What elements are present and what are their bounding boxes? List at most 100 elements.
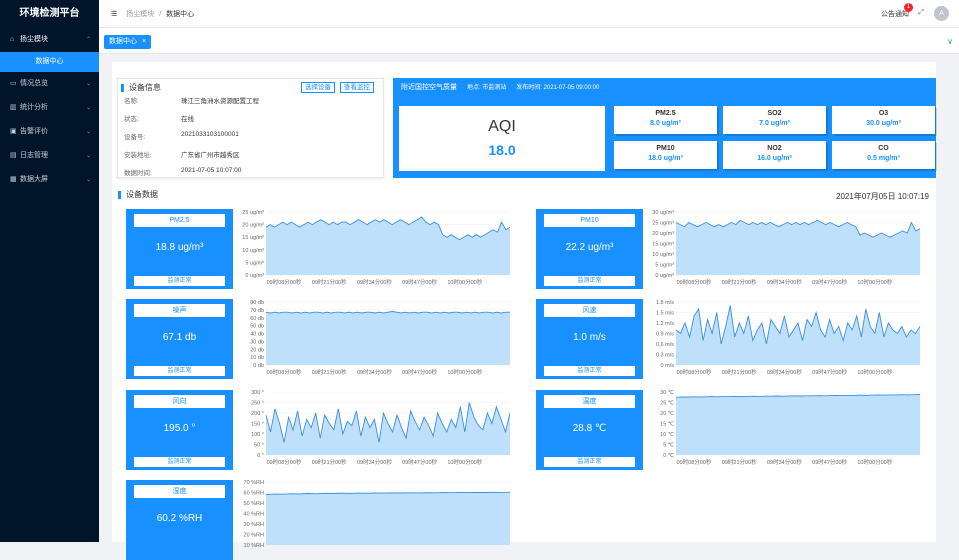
sidebar-item-label: 扬尘模块 xyxy=(20,36,48,43)
sidebar-item-3[interactable]: ▣ 告警评价 ⌄ xyxy=(0,120,99,144)
air-quality-title: 附近国控空气质量 xyxy=(401,84,457,91)
sensor-label: 温度 xyxy=(544,395,635,408)
x-tick-label: 09时21分00秒 xyxy=(722,368,757,376)
chevron-down-icon: ⌄ xyxy=(85,177,91,183)
aqi-box: AQI 18.0 xyxy=(399,106,605,171)
sensor-status: 监测正常 xyxy=(134,366,225,376)
info-row: 数据时间: 2021-07-05 10:07:00 xyxy=(124,167,241,177)
y-tick-label: 0 ℃ xyxy=(663,453,675,459)
sidebar-item-label: 统计分析 xyxy=(20,104,48,111)
sensor-card: 风向 195.0 ° 监测正常 xyxy=(126,390,233,470)
y-tick-label: 0 m/s xyxy=(661,363,675,369)
y-tick-label: 5 ℃ xyxy=(663,443,675,449)
y-tick-label: 0.3 m/s xyxy=(656,353,674,359)
fullscreen-icon[interactable]: ⤢ xyxy=(918,9,924,17)
y-tick-label: 15 ug/m³ xyxy=(242,235,264,241)
x-tick-label: 09时08分00秒 xyxy=(267,368,302,376)
chart-svg: 0 m/s 0.3 m/s 0.6 m/s 0.9 m/s 1.2 m/s 1.5 m/s… xyxy=(656,300,920,376)
x-tick-label: 10时00分00秒 xyxy=(447,368,482,376)
series-area xyxy=(676,394,920,455)
sensor-label: PM10 xyxy=(544,214,635,227)
tab-close-icon[interactable]: × xyxy=(142,38,146,45)
sidebar: 环境检测平台 ⌂ 扬尘模块 ⌃ 数据中心 ▭ 情况总览 ⌄ ▥ 统计分析 ⌄ ▣ 告警评价 ⌄ ▤ 日志管理… xyxy=(0,0,99,542)
info-label: 状态: xyxy=(124,116,139,123)
info-label: 名称: xyxy=(124,98,139,105)
y-tick-label: 80 db xyxy=(250,300,264,306)
x-tick-label: 10时00分00秒 xyxy=(447,458,482,466)
breadcrumb-parent[interactable]: 扬尘模块 xyxy=(126,11,154,18)
info-value: 在线 xyxy=(181,116,194,123)
y-tick-label: 30 %RH xyxy=(244,522,265,528)
notice-badge: 1 xyxy=(904,3,913,12)
y-tick-label: 40 %RH xyxy=(244,512,265,518)
y-tick-label: 30 ug/m³ xyxy=(652,210,674,216)
view-monitor-button[interactable]: 查看监控 xyxy=(340,82,374,93)
sidebar-item-4[interactable]: ▤ 日志管理 ⌄ xyxy=(0,144,99,168)
info-row: 状态: 在线 xyxy=(124,113,194,123)
sensor-value: 60.2 %RH xyxy=(156,513,203,524)
alarm-icon: ▣ xyxy=(10,128,17,135)
x-tick-label: 09时47分00秒 xyxy=(812,368,847,376)
menu-toggle-icon[interactable]: ☰ xyxy=(111,11,117,18)
info-row: 安装地址: 广东省广州市越秀区 xyxy=(124,149,240,159)
pollutant-value: 0.5 mg/m³ xyxy=(867,155,900,162)
y-tick-label: 10 ug/m³ xyxy=(652,252,674,258)
y-tick-label: 10 db xyxy=(250,355,264,361)
y-tick-label: 5 ug/m³ xyxy=(655,263,674,269)
pollutant-name: O3 xyxy=(878,110,889,117)
x-tick-label: 09时47分00秒 xyxy=(812,278,847,286)
series-area xyxy=(676,220,920,275)
info-label: 设备号: xyxy=(124,134,146,141)
sensor-chart: 0 ℃ 5 ℃ 10 ℃ 15 ℃ 20 ℃ 25 ℃ 30 ℃ 09时08分00秒 09时21… xyxy=(640,387,920,469)
y-tick-label: 0.6 m/s xyxy=(656,342,674,348)
sensor-card: 风速 1.0 m/s 监测正常 xyxy=(536,299,643,379)
tab-data-center[interactable]: 数据中心 × xyxy=(104,35,152,49)
y-tick-label: 50 db xyxy=(250,324,264,330)
chart-icon: ▥ xyxy=(10,104,17,111)
info-value: 2021-07-05 10:07:00 xyxy=(181,167,242,174)
sensor-chart: 0 ° 50 ° 100 ° 150 ° 200 ° 250 ° 300 ° 09时08分00… xyxy=(230,387,510,469)
sidebar-item-label: 数据大屏 xyxy=(20,176,48,183)
y-tick-label: 25 ug/m³ xyxy=(652,221,674,227)
y-tick-label: 60 db xyxy=(250,316,264,322)
chevron-down-icon: ⌄ xyxy=(85,129,91,135)
info-row: 名称: 珠江三角洲水资源配置工程 xyxy=(124,95,259,105)
y-tick-label: 25 ℃ xyxy=(660,401,675,407)
y-tick-label: 10 %RH xyxy=(244,543,265,549)
pollutant-value: 30.0 ug/m³ xyxy=(866,120,901,127)
sidebar-item-1[interactable]: ▭ 情况总览 ⌄ xyxy=(0,72,99,96)
x-tick-label: 10时00分00秒 xyxy=(447,278,482,286)
info-value: 广东省广州市越秀区 xyxy=(181,152,240,159)
sidebar-item-0[interactable]: ⌂ 扬尘模块 ⌃ xyxy=(0,28,99,52)
avatar[interactable]: A xyxy=(934,6,949,21)
submenu-data-center[interactable]: 数据中心 xyxy=(0,52,99,72)
sensor-value: 1.0 m/s xyxy=(573,332,606,343)
x-tick-label: 09时08分00秒 xyxy=(267,278,302,286)
sidebar-item-label: 告警评价 xyxy=(20,128,48,135)
chevron-down-icon[interactable]: ∨ xyxy=(947,37,953,46)
chart-svg: 0 db 10 db 20 db 30 db40 db 50 db 60 db 70 db 8… xyxy=(250,300,510,376)
x-tick-label: 09时21分00秒 xyxy=(312,278,347,286)
x-tick-label: 09时21分00秒 xyxy=(312,458,347,466)
chart-svg: 0 ug/m³ 5 ug/m³ 10 ug/m³ 15 ug/m³ 20 ug/m³ 25… xyxy=(242,210,510,286)
y-tick-label: 20 db xyxy=(250,347,264,353)
pollutant-name: PM2.5 xyxy=(655,110,676,117)
sidebar-item-5[interactable]: ▦ 数据大屏 ⌄ xyxy=(0,168,99,192)
x-tick-label: 09时08分00秒 xyxy=(267,458,302,466)
x-tick-label: 09时21分00秒 xyxy=(722,278,757,286)
y-tick-label: 200 ° xyxy=(251,411,264,417)
pollutant-card: O3 30.0 ug/m³ xyxy=(832,106,935,134)
air-quality-header: 附近国控空气质量 地点: 市监测站 发布时间: 2021-07-05 09:00… xyxy=(401,82,599,92)
sensor-value: 18.8 ug/m³ xyxy=(155,242,204,253)
x-tick-label: 09时21分00秒 xyxy=(722,458,757,466)
y-tick-label: 0 ° xyxy=(257,453,264,459)
device-data-timestamp: 2021年07月05日 10:07:19 xyxy=(836,192,929,201)
sidebar-item-2[interactable]: ▥ 统计分析 ⌄ xyxy=(0,96,99,120)
select-device-button[interactable]: 选择设备 xyxy=(301,82,335,93)
y-tick-label: 50 %RH xyxy=(244,501,265,507)
series-area xyxy=(266,492,510,545)
pollutant-card: NO2 16.0 ug/m³ xyxy=(723,141,826,169)
y-tick-label: 300 ° xyxy=(251,390,264,396)
sensor-status: 监测正常 xyxy=(134,276,225,286)
pollutant-value: 16.0 ug/m³ xyxy=(757,155,792,162)
